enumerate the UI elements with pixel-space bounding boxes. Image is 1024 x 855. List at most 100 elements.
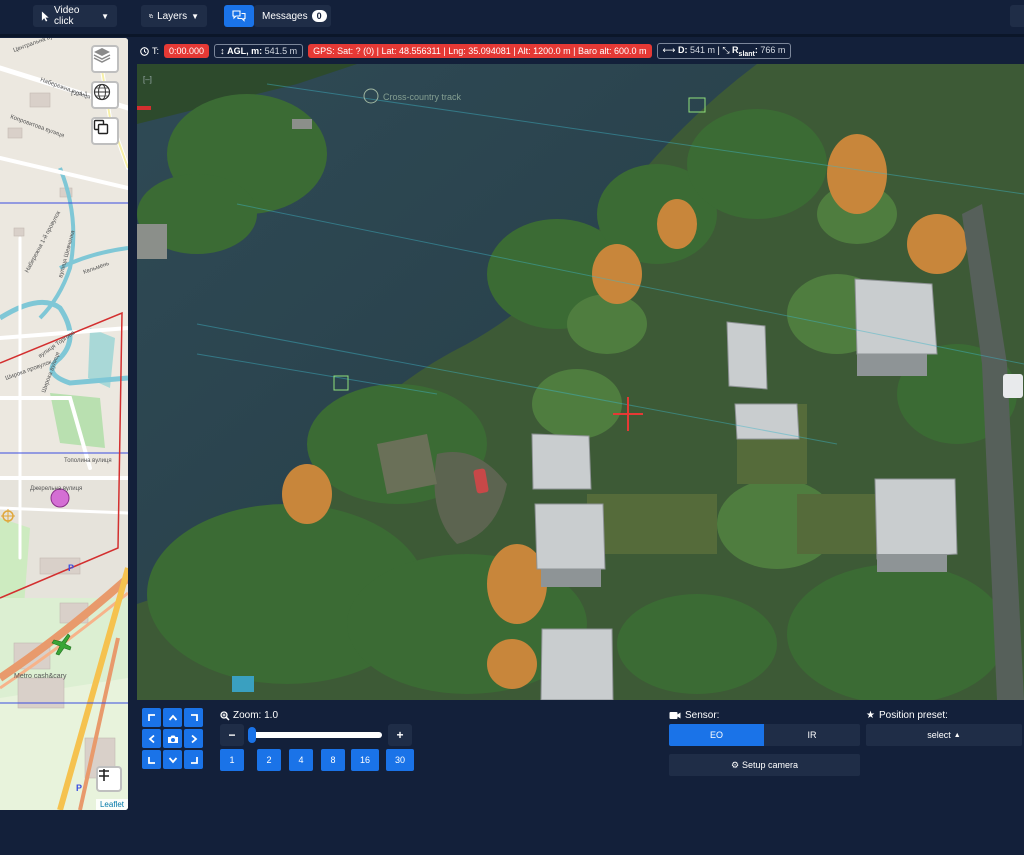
position-preset-value: select [927, 730, 951, 740]
parking-icon: P [76, 783, 82, 793]
gps-status: GPS: Sat: ? (0) | Lat: 48.556311 | Lng: … [308, 44, 652, 58]
zoom-slider-track[interactable] [250, 732, 382, 738]
zoom-preset-8x-button[interactable]: 8 [321, 749, 345, 771]
distance-value: 541 m [689, 44, 715, 55]
camera-control-panel: Zoom: 1.0 − + 1 2 4 8 16 30 Sensor: EO IR ⚙ S… [136, 702, 1024, 782]
map-filter-button[interactable] [96, 766, 122, 792]
distance-label: D: [677, 44, 688, 55]
parking-icon: P [68, 563, 74, 573]
video-camera-icon [669, 712, 681, 719]
corner-down-left-icon [147, 756, 155, 764]
video-feed[interactable]: Cross-country track [–] [137, 64, 1024, 700]
star-icon: ★ [866, 710, 875, 721]
time-field: T: [140, 46, 159, 56]
sensor-label: Sensor: [685, 710, 720, 721]
map-panel[interactable]: Центральна вулицяТ-04-1Набережна вулицяК… [0, 38, 128, 810]
zoom-out-button[interactable]: − [220, 724, 244, 746]
chevron-down-icon [168, 756, 177, 763]
video-click-label: Video click [54, 5, 80, 27]
caret-up-icon: ▲ [953, 731, 961, 739]
setup-camera-label: Setup camera [742, 760, 799, 770]
video-click-dropdown[interactable]: Video click ▼ [33, 5, 117, 27]
zoom-slider-handle[interactable] [248, 727, 256, 743]
caret-down-icon: ▼ [191, 11, 199, 21]
agl-label: AGL, m: [227, 46, 263, 56]
zoom-preset-30x-button[interactable]: 30 [386, 749, 414, 771]
pan-up-right-button[interactable] [184, 708, 203, 727]
map-canvas[interactable]: Центральна вулицяТ-04-1Набережна вулицяК… [0, 38, 128, 810]
chat-bubbles-icon [232, 10, 246, 22]
snapshot-button[interactable] [163, 729, 182, 748]
corner-down-right-icon [190, 756, 198, 764]
sliders-icon [99, 769, 109, 781]
horizontal-arrow-icon: ⟷ [662, 44, 676, 55]
caret-down-icon: ▼ [101, 11, 109, 21]
pan-down-left-button[interactable] [142, 750, 161, 769]
agl-value: 541.5 m [264, 46, 298, 56]
rslant-value: 766 m [760, 44, 786, 55]
poi-label: Metro cash&cary [14, 673, 67, 680]
zoom-preset-1x-button[interactable]: 1 [220, 749, 244, 771]
layers-copy-icon [149, 14, 153, 18]
globe-control-button[interactable] [91, 81, 119, 109]
copy-control-button[interactable] [91, 117, 119, 145]
cursor-icon [41, 11, 49, 21]
map-street-label: Джерельна вулиця [30, 486, 82, 492]
clone-icon [93, 119, 109, 135]
svg-text:[–]: [–] [143, 75, 152, 84]
sensor-label-group: Sensor: [669, 710, 719, 721]
telemetry-bar: T: 0:00.000 ↕ AGL, m: 541.5 m GPS: Sat: … [136, 40, 1024, 62]
map-attribution-link[interactable]: Leaflet [95, 799, 128, 810]
zoom-in-button[interactable]: + [388, 724, 412, 746]
camera-icon [167, 735, 178, 743]
pan-down-right-button[interactable] [184, 750, 203, 769]
position-preset-label: Position preset: [878, 710, 948, 721]
layers-dropdown[interactable]: Layers ▼ [141, 5, 207, 27]
pan-left-button[interactable] [142, 729, 161, 748]
overlay-track-label: Cross-country track [383, 92, 462, 102]
layers-control-button[interactable] [91, 45, 119, 73]
pan-up-left-button[interactable] [142, 708, 161, 727]
pan-up-button[interactable] [163, 708, 182, 727]
top-toolbar: Video click ▼ Layers ▼ Messages 0 [0, 0, 1024, 34]
time-label: T: [152, 46, 160, 56]
diagonal-arrow-icon: ⤡ [722, 44, 730, 55]
right-menu-button[interactable] [1010, 5, 1024, 27]
position-preset-label-group: ★ Position preset: [866, 710, 948, 721]
distance-field: ⟷ D: 541 m | ⤡ Rslant: 766 m [656, 42, 792, 60]
gear-icon: ⚙ [730, 759, 740, 770]
messages-label: Messages [262, 10, 308, 22]
chat-toggle-button[interactable] [224, 5, 254, 27]
time-value: 0:00.000 [164, 44, 210, 58]
altitude-arrow-icon: ↕ [220, 46, 225, 56]
sensor-eo-button[interactable]: EO [669, 724, 764, 746]
chevron-right-icon [190, 734, 197, 743]
position-preset-select[interactable]: select ▲ [866, 724, 1022, 746]
clock-icon [140, 46, 149, 56]
zoom-preset-2x-button[interactable]: 2 [257, 749, 281, 771]
gimbal-direction-pad [142, 708, 204, 770]
messages-count-badge: 0 [311, 10, 327, 22]
pan-right-button[interactable] [184, 729, 203, 748]
sensor-ir-button[interactable]: IR [764, 724, 860, 746]
layers-stack-icon [93, 48, 111, 63]
zoom-label-group: Zoom: 1.0 [220, 710, 278, 721]
corner-up-left-icon [147, 713, 155, 721]
corner-up-right-icon [190, 713, 198, 721]
zoom-preset-4x-button[interactable]: 4 [289, 749, 313, 771]
toolbar-divider [0, 34, 1024, 37]
pan-down-button[interactable] [163, 750, 182, 769]
messages-button[interactable]: Messages 0 [254, 5, 331, 27]
aerial-video-frame[interactable]: Cross-country track [–] [137, 64, 1024, 700]
agl-field: ↕ AGL, m: 541.5 m [214, 44, 304, 58]
rslant-subscript: slant [738, 50, 755, 58]
setup-camera-button[interactable]: ⚙ Setup camera [669, 754, 860, 776]
zoom-label: Zoom: 1.0 [233, 710, 279, 721]
zoom-preset-16x-button[interactable]: 16 [351, 749, 379, 771]
chevron-up-icon [168, 714, 177, 721]
globe-icon [93, 83, 111, 101]
zoom-magnifier-icon [220, 710, 230, 721]
map-street-label: Тополина вулиця [64, 458, 112, 464]
chevron-left-icon [148, 734, 155, 743]
layers-label: Layers [157, 10, 188, 22]
